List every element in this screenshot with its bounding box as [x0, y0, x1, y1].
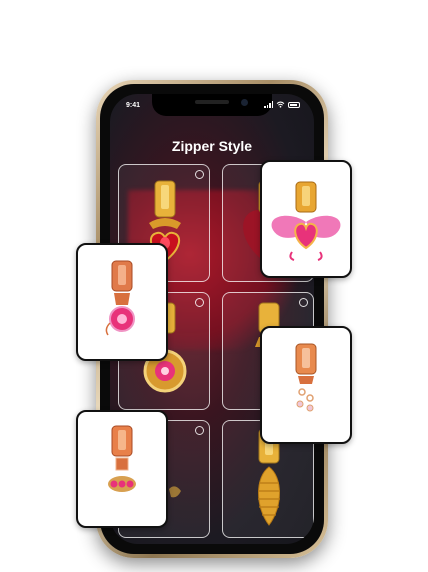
rose-gold-gem-zipper-icon	[105, 260, 135, 336]
signal-icon	[264, 101, 273, 108]
select-radio[interactable]	[299, 298, 308, 307]
floating-card-rose-pendant[interactable]	[76, 410, 168, 528]
phone-notch	[152, 94, 272, 116]
floating-card-winged-heart[interactable]	[260, 160, 352, 278]
select-radio[interactable]	[195, 298, 204, 307]
battery-icon	[288, 101, 300, 108]
rose-gold-pendant-zipper-icon	[108, 425, 136, 492]
floating-card-rose-gem[interactable]	[76, 243, 168, 361]
winged-heart-zipper-icon	[271, 181, 341, 261]
wifi-icon	[276, 101, 285, 108]
select-radio[interactable]	[195, 426, 204, 435]
speaker-grille	[195, 100, 229, 104]
floating-card-rose-chain[interactable]	[260, 326, 352, 444]
select-radio[interactable]	[195, 170, 204, 179]
front-camera	[241, 99, 248, 106]
status-icons	[264, 101, 300, 108]
rose-gold-chain-zipper-icon	[295, 343, 317, 412]
status-time: 9:41	[126, 102, 141, 109]
